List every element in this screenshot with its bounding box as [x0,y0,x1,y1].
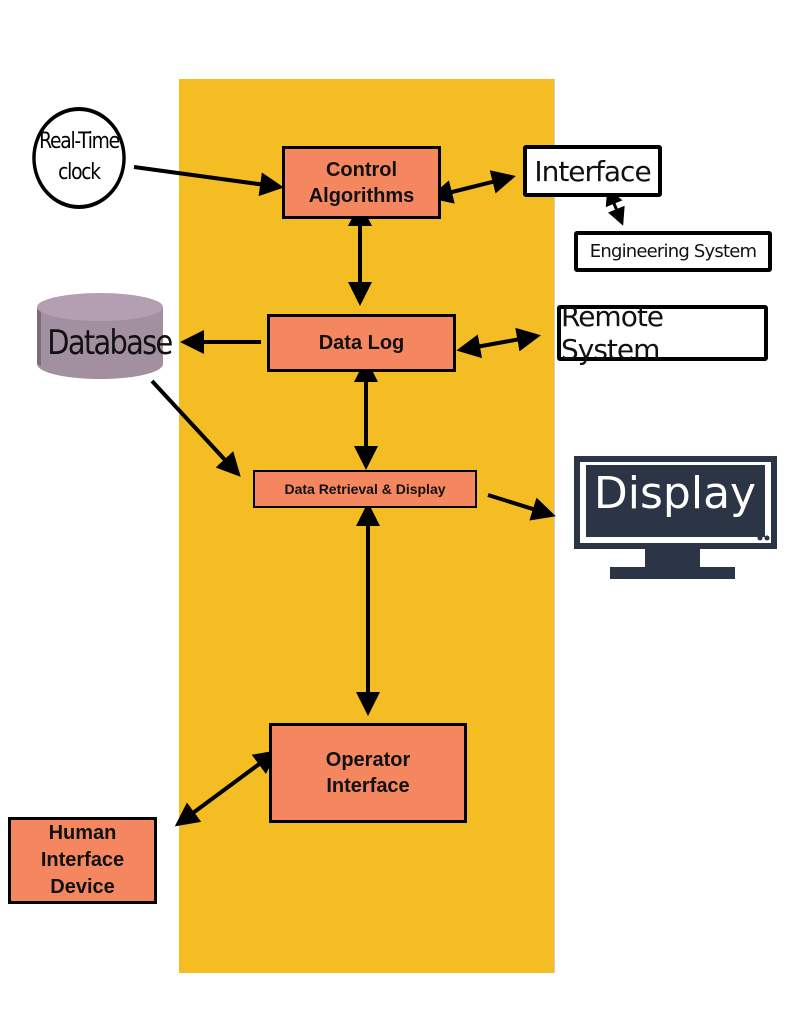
data-retrieval-display-node: Data Retrieval & Display [253,470,477,508]
remote-system-node: Remote System [557,300,768,366]
data-log-node: Data Log [267,314,456,372]
interface-node: Interface [523,145,662,197]
display-label: Display [593,468,757,519]
database-label: Database [47,323,173,363]
operator-interface-node: Operator Interface [269,723,467,823]
control-algorithms-node: Control Algorithms [282,146,441,219]
real-time-clock-node: Real-Time clock [32,107,126,209]
engineering-system-node: Engineering System [574,231,772,272]
edge-interface-engineering [605,187,625,226]
human-interface-device-node: Human Interface Device [8,817,157,904]
